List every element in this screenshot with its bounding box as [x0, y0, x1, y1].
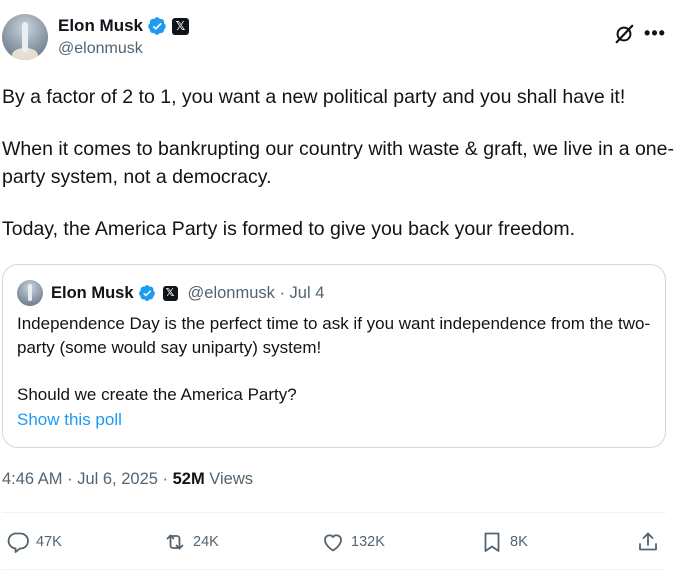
reply-count: 47K — [36, 534, 62, 550]
reply-icon — [7, 532, 29, 553]
tweet-timestamp[interactable]: 4:46 AM · Jul 6, 2025 · — [2, 470, 173, 488]
quoted-tweet-card[interactable]: Elon Musk 𝕏 @elonmusk · Jul 4 Independen… — [2, 264, 666, 448]
author-block: Elon Musk 𝕏 @elonmusk — [58, 15, 190, 58]
author-handle[interactable]: @elonmusk — [58, 40, 189, 58]
tweet-paragraph: By a factor of 2 to 1, you want a new po… — [2, 86, 626, 108]
more-icon[interactable]: ••• — [644, 22, 666, 44]
share-icon — [639, 532, 657, 551]
like-count: 132K — [351, 534, 385, 550]
verified-badge-icon[interactable] — [147, 16, 167, 36]
divider — [2, 512, 666, 513]
author-name[interactable]: Elon Musk — [58, 16, 143, 36]
repost-count: 24K — [193, 534, 219, 550]
quoted-paragraph: Independence Day is the perfect time to … — [17, 314, 651, 357]
bookmark-button[interactable]: 8K — [480, 527, 528, 557]
quoted-author-name: Elon Musk — [51, 283, 134, 302]
quoted-tweet-meta: @elonmusk · Jul 4 — [187, 283, 325, 302]
bookmark-icon — [484, 532, 500, 552]
action-bar: 47K 24K 132K 8K — [0, 527, 680, 557]
author-avatar[interactable] — [2, 14, 48, 60]
reply-button[interactable]: 47K — [6, 527, 62, 557]
show-poll-link[interactable]: Show this poll — [17, 410, 122, 430]
avatar-rocket — [22, 22, 28, 52]
divider — [2, 569, 666, 570]
grok-icon[interactable] — [613, 23, 635, 45]
like-button[interactable]: 132K — [321, 527, 385, 557]
quoted-tweet-text: Independence Day is the perfect time to … — [17, 312, 653, 407]
x-affiliate-badge-icon[interactable]: 𝕏 — [172, 17, 190, 35]
tweet-text: By a factor of 2 to 1, you want a new po… — [2, 83, 674, 243]
x-affiliate-badge-icon: 𝕏 — [162, 285, 178, 301]
share-button[interactable] — [636, 527, 666, 557]
heart-icon — [324, 534, 342, 552]
bookmark-count: 8K — [510, 534, 528, 550]
quoted-tweet-header: Elon Musk 𝕏 @elonmusk · Jul 4 — [17, 280, 325, 306]
quoted-paragraph: Should we create the America Party? — [17, 385, 297, 404]
quoted-author-avatar — [17, 280, 43, 306]
repost-button[interactable]: 24K — [163, 527, 219, 557]
tweet-paragraph: Today, the America Party is formed to gi… — [2, 218, 575, 240]
author-name-row: Elon Musk 𝕏 — [58, 15, 190, 37]
views-count: 52M — [172, 470, 205, 488]
tweet-meta-row: 4:46 AM · Jul 6, 2025 · 52M Views — [2, 470, 253, 489]
tweet-paragraph: When it comes to bankrupting our country… — [2, 138, 674, 188]
views-label: Views — [204, 470, 254, 488]
repost-icon — [166, 534, 184, 550]
verified-badge-icon — [138, 285, 155, 301]
